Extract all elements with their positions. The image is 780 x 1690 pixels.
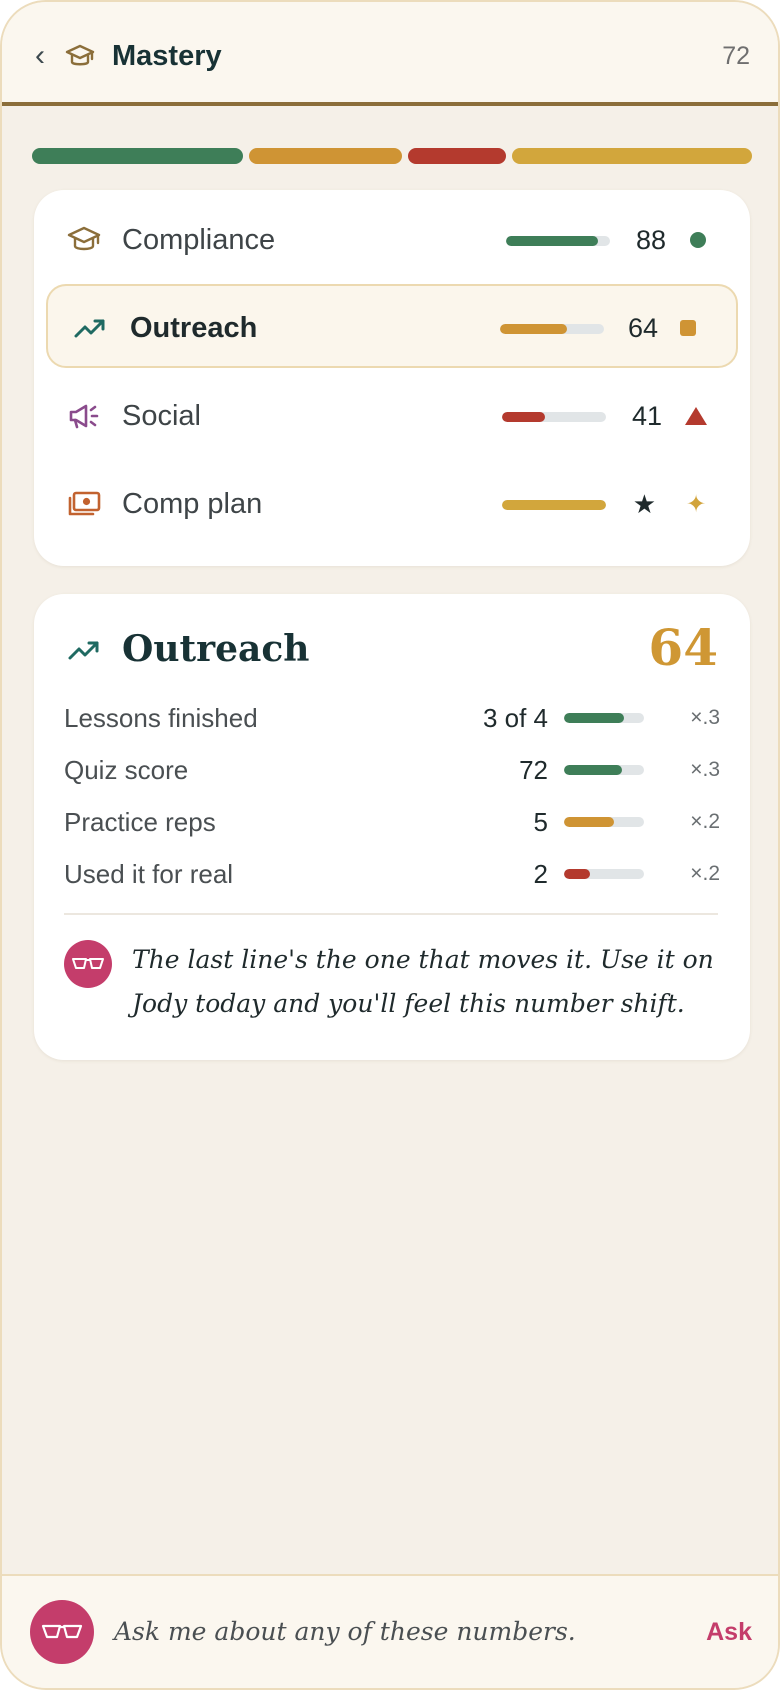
header: ‹ Mastery 72 (2, 2, 778, 106)
metric-row: Lessons finished 3 of 4 ×.3 (64, 698, 720, 738)
star-icon: ★ (632, 490, 656, 520)
phone-frame: ‹ Mastery 72 Compliance 88 Outreach 64 S… (0, 0, 780, 1690)
metric-label: Used it for real (64, 859, 234, 889)
summary-segment (32, 148, 243, 164)
coach-avatar (64, 940, 112, 988)
graduation-cap-icon (65, 44, 95, 66)
overall-score: 72 (722, 42, 750, 70)
status-triangle-icon (678, 398, 714, 434)
coach-quote: The last line's the one that moves it. U… (132, 945, 714, 1018)
category-progress-fill (506, 236, 598, 246)
megaphone-icon (69, 404, 99, 429)
category-score: 64 (627, 313, 658, 343)
metric-value: 5 (533, 807, 548, 837)
ask-input[interactable]: Ask me about any of these numbers. (114, 1608, 674, 1656)
summary-segment (408, 148, 507, 164)
category-card: Compliance 88 Outreach 64 Social 41 Comp… (34, 190, 750, 566)
category-label: Outreach (130, 312, 258, 344)
detail-title: Outreach (122, 628, 310, 670)
category-row-comp-plan[interactable]: Comp plan ★ ✦ (46, 462, 738, 546)
metric-progress-fill (564, 869, 590, 879)
category-progress-bar (502, 412, 606, 422)
metric-progress-fill (564, 713, 624, 723)
category-row-outreach[interactable]: Outreach 64 (46, 284, 738, 368)
money-icon (68, 491, 101, 516)
category-progress-fill (500, 324, 567, 334)
metric-progress-bar (564, 869, 644, 879)
category-progress-bar (500, 324, 604, 334)
glasses-icon (41, 1624, 83, 1639)
sparkle-icon: ✦ (685, 490, 707, 518)
summary-segment (248, 148, 403, 164)
metric-row: Quiz score 72 ×.3 (64, 750, 720, 790)
graduation-cap-icon (67, 226, 101, 251)
detail-score: 64 (648, 618, 718, 677)
status-square-icon (670, 310, 706, 346)
metric-value: 2 (533, 859, 548, 889)
category-label: Social (122, 400, 201, 432)
category-label: Comp plan (122, 488, 263, 520)
category-label: Compliance (122, 224, 276, 256)
metric-label: Quiz score (64, 755, 189, 785)
metric-label: Practice reps (64, 807, 216, 837)
category-progress-fill (502, 412, 545, 422)
detail-card: Outreach 64 Lessons finished 3 of 4 ×.3 … (34, 594, 750, 1060)
category-progress-bar (506, 236, 610, 246)
status-dot-icon (680, 222, 716, 258)
category-progress-bar (502, 500, 606, 510)
metric-progress-fill (564, 817, 614, 827)
metric-value: 3 of 4 (482, 703, 548, 733)
metric-progress-bar (564, 817, 644, 827)
metric-weight: ×.2 (690, 862, 720, 885)
summary-stripe (32, 148, 752, 164)
category-row-compliance[interactable]: Compliance 88 (46, 198, 738, 282)
coach-avatar-button[interactable] (30, 1600, 94, 1664)
summary-segment (512, 148, 752, 164)
metric-weight: ×.3 (690, 706, 720, 729)
metric-weight: ×.2 (690, 810, 720, 833)
trending-up-icon (68, 641, 99, 660)
ask-bar: Ask me about any of these numbers. Ask (2, 1574, 778, 1688)
trending-up-icon (74, 319, 105, 338)
metric-row: Used it for real 2 ×.2 (64, 854, 720, 894)
category-score: 88 (635, 225, 666, 255)
metric-progress-bar (564, 713, 644, 723)
ask-button[interactable]: Ask (706, 1610, 752, 1654)
back-button[interactable]: ‹ (26, 38, 54, 74)
category-score: 41 (631, 401, 662, 431)
metric-progress-bar (564, 765, 644, 775)
metric-label: Lessons finished (64, 703, 258, 733)
glasses-icon (72, 958, 104, 969)
page-title: Mastery (112, 40, 222, 72)
metric-progress-fill (564, 765, 622, 775)
metric-value: 72 (519, 755, 548, 785)
category-progress-fill (502, 500, 606, 510)
divider (64, 913, 718, 915)
category-row-social[interactable]: Social 41 (46, 374, 738, 458)
metric-row: Practice reps 5 ×.2 (64, 802, 720, 842)
metric-weight: ×.3 (690, 758, 720, 781)
